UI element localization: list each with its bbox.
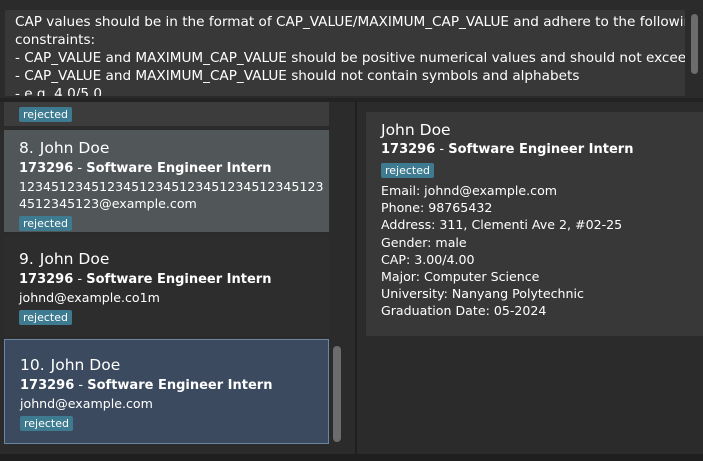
list-index: 8. [19, 139, 34, 157]
applicant-role: Software Engineer Intern [87, 378, 273, 393]
result-line: - e.g. 4.0/5.0 [15, 86, 102, 96]
applicant-role-row: 173296 - Software Engineer Intern [19, 160, 329, 178]
applicant-role: Software Engineer Intern [86, 161, 272, 176]
detail-phone: Phone: 98765432 [381, 200, 493, 216]
applicant-list: rejected 8. John Doe 173296 - Software En… [4, 102, 329, 454]
list-item-selected[interactable]: 10. John Doe 173296 - Software Engineer I… [4, 339, 329, 444]
detail-name: John Doe [381, 121, 451, 139]
applicant-detail-panel: John Doe 173296 - Software Engineer Inte… [357, 102, 703, 454]
list-item[interactable]: 8. John Doe 173296 - Software Engineer In… [4, 130, 329, 232]
applicant-id: 173296 [19, 161, 74, 176]
detail-gender: Gender: male [381, 234, 467, 250]
detail-major: Major: Computer Science [381, 269, 540, 285]
role-separator: - [73, 161, 87, 176]
status-badge: rejected [19, 107, 72, 122]
applicant-id: 173296 [20, 378, 75, 393]
applicant-name: John Doe [39, 250, 110, 268]
applicant-name: John Doe [39, 139, 110, 157]
result-line: - CAP_VALUE and MAXIMUM_CAP_VALUE should… [15, 50, 685, 66]
list-scrollbar[interactable] [329, 102, 355, 454]
status-badge: rejected [20, 416, 73, 431]
applicant-name-row: 9. John Doe [19, 249, 329, 269]
list-index: 10. [20, 356, 45, 374]
status-bar [0, 454, 703, 461]
status-badge: rejected [19, 310, 72, 325]
list-scroll-thumb[interactable] [333, 346, 341, 442]
applicant-name-row: 10. John Doe [20, 355, 328, 375]
detail-fields: Email: johnd@example.com Phone: 98765432… [381, 182, 703, 320]
detail-cap: CAP: 3.00/4.00 [381, 251, 475, 267]
applicant-list-panel: rejected 8. John Doe 173296 - Software En… [0, 102, 355, 454]
result-display: CAP values should be in the format of CA… [0, 0, 703, 100]
applicant-role: Software Engineer Intern [86, 272, 272, 287]
detail-card: John Doe 173296 - Software Engineer Inte… [366, 112, 703, 336]
result-scroll-thumb[interactable] [691, 14, 698, 74]
list-item[interactable]: 9. John Doe 173296 - Software Engineer In… [4, 236, 329, 336]
result-line: - CAP_VALUE and MAXIMUM_CAP_VALUE should… [15, 68, 580, 84]
status-badge: rejected [381, 163, 434, 178]
result-line: constraints: [15, 32, 96, 48]
result-text-area[interactable]: CAP values should be in the format of CA… [5, 10, 685, 96]
applicant-name-row: 8. John Doe [19, 138, 329, 158]
detail-email: Email: johnd@example.com [381, 183, 558, 198]
applicant-id: 173296 [19, 272, 74, 287]
applicant-email: johnd@example.com [20, 396, 153, 411]
applicant-role-row: 173296 - Software Engineer Intern [19, 271, 329, 289]
applicant-name: John Doe [50, 356, 121, 374]
applicant-role-row: 173296 - Software Engineer Intern [20, 377, 328, 395]
detail-id: 173296 [381, 142, 436, 157]
list-index: 9. [19, 250, 34, 268]
result-message: CAP values should be in the format of CA… [5, 10, 685, 96]
detail-graduation: Graduation Date: 05-2024 [381, 303, 547, 319]
status-badge: rejected [19, 216, 72, 231]
applicant-email: 1234512345123451234512345123451234512345… [19, 179, 324, 211]
result-scrollbar[interactable] [686, 10, 703, 96]
list-item-partial[interactable]: rejected [4, 102, 329, 126]
detail-university: University: Nanyang Polytechnic [381, 286, 584, 302]
role-separator: - [74, 378, 88, 393]
detail-role: Software Engineer Intern [448, 142, 634, 157]
applicant-email: johnd@example.co1m [19, 290, 160, 305]
detail-role-row: 173296 - Software Engineer Intern [381, 141, 703, 159]
result-line: CAP values should be in the format of CA… [15, 14, 685, 30]
role-separator: - [435, 142, 449, 157]
role-separator: - [73, 272, 87, 287]
detail-address: Address: 311, Clementi Ave 2, #02-25 [381, 217, 623, 233]
